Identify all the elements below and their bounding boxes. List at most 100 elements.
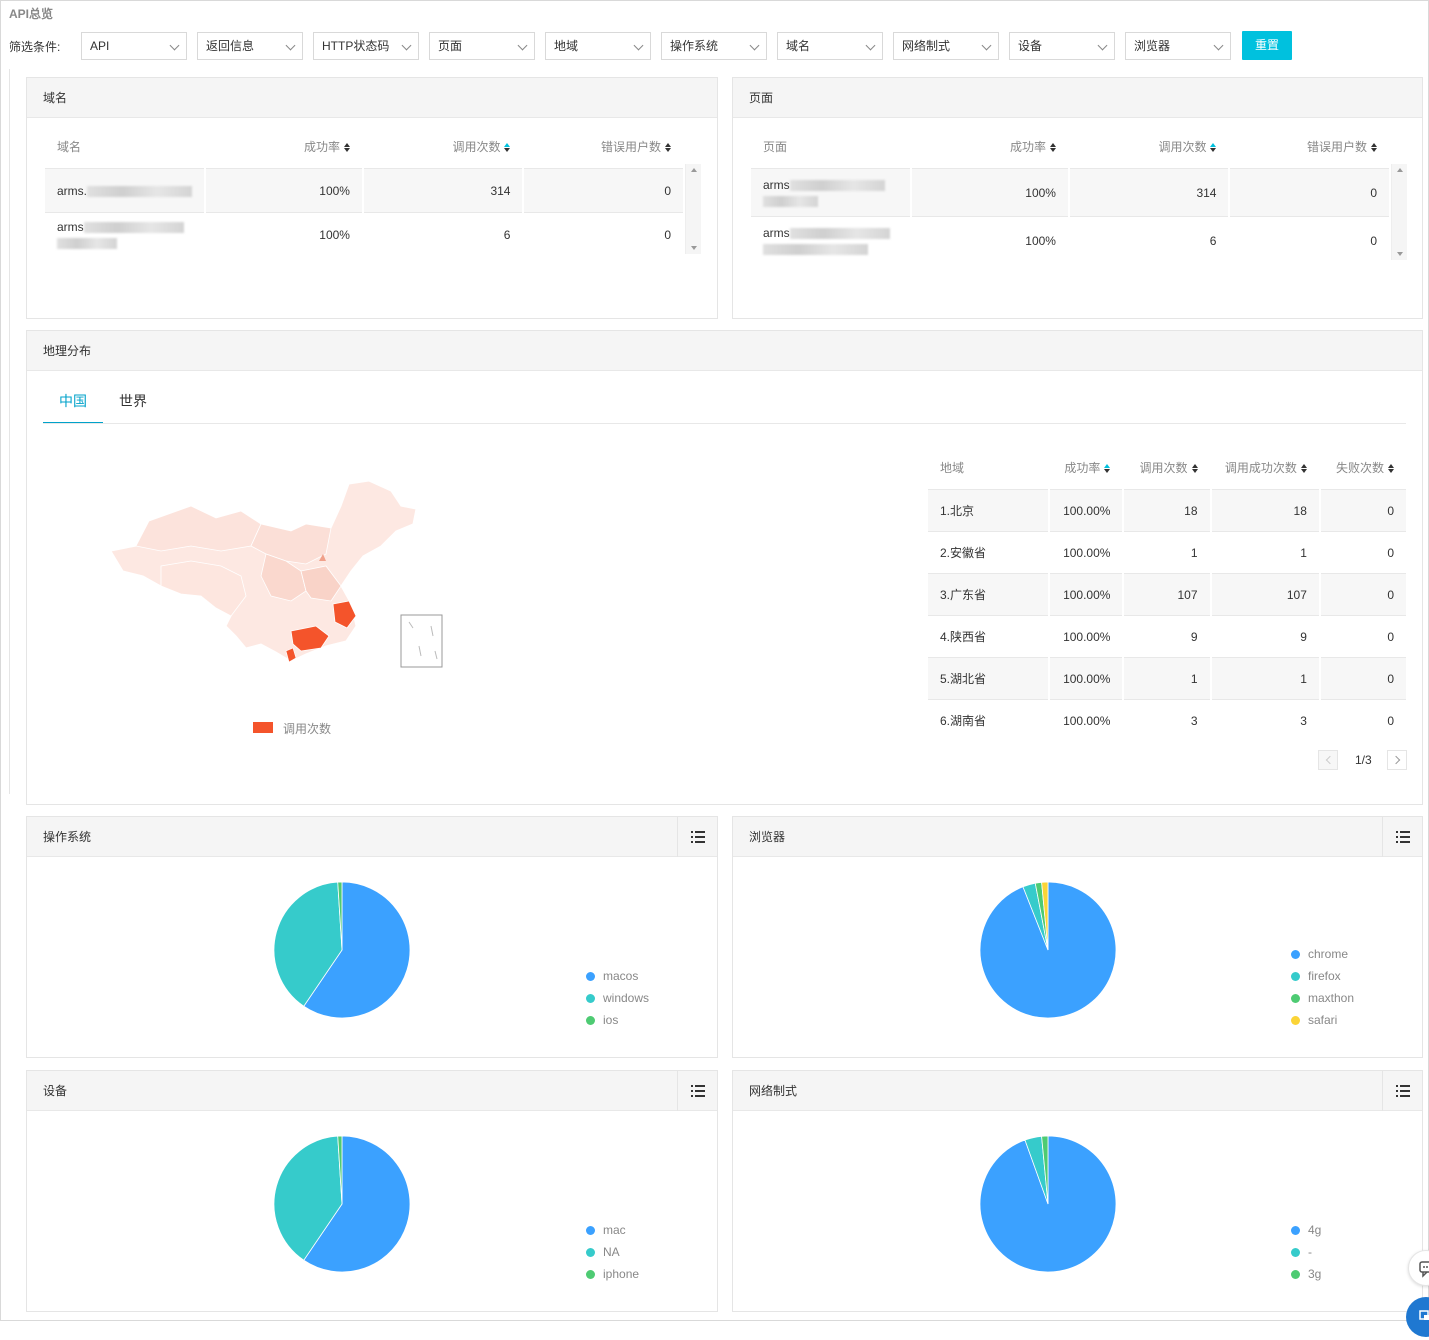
column-header[interactable]: 调用次数	[1124, 445, 1209, 489]
table-row[interactable]: arms 100% 6 0	[45, 212, 683, 256]
map-legend-label: 调用次数	[283, 722, 332, 736]
call-count: 18	[1124, 489, 1210, 531]
column-header[interactable]: 调用次数	[364, 124, 523, 168]
table-row[interactable]: 6.湖南省 100.00% 3 3 0	[928, 699, 1406, 741]
sort-icon	[1300, 463, 1307, 473]
api-select[interactable]: API	[81, 32, 187, 60]
legend-dot-icon	[1291, 950, 1300, 959]
select-value: 返回信息	[206, 39, 255, 53]
sort-icon	[1371, 142, 1377, 152]
pagination-label: 1/3	[1355, 753, 1372, 767]
success-rate: 100.00%	[1049, 615, 1123, 657]
failures: 0	[1320, 699, 1406, 741]
column-header[interactable]: 失败次数	[1321, 445, 1406, 489]
response-info-select[interactable]: 返回信息	[197, 32, 303, 60]
column-header[interactable]: 成功率	[912, 124, 1068, 168]
table-row[interactable]: arms. 100% 314 0	[45, 168, 683, 212]
table-scrollbar[interactable]	[1391, 164, 1407, 260]
map-legend-swatch[interactable]	[253, 722, 273, 733]
redacted-text	[83, 221, 184, 233]
region-select[interactable]: 地域	[545, 32, 651, 60]
column-header[interactable]: 地域	[928, 445, 1048, 489]
sort-icon	[1049, 142, 1056, 152]
table-row[interactable]: 5.湖北省 100.00% 1 1 0	[928, 657, 1406, 699]
chevron-down-icon	[865, 40, 876, 51]
chevron-down-icon	[1097, 40, 1108, 51]
table-row[interactable]: arms 100% 6 0	[751, 216, 1389, 264]
column-header[interactable]: 调用次数	[1070, 124, 1229, 168]
legend-dot-icon	[586, 972, 595, 981]
success-rate: 100%	[911, 216, 1068, 264]
api-overview-frame: API总览 筛选条件: API 返回信息 HTTP状态码 页面 地域 操作系统 …	[0, 0, 1429, 1337]
chevron-down-icon	[285, 40, 296, 51]
next-page-button[interactable]	[1387, 750, 1407, 770]
column-header[interactable]: 成功率	[206, 124, 362, 168]
china-map[interactable]	[101, 476, 451, 676]
error-users: 0	[1230, 216, 1389, 264]
table-scrollbar[interactable]	[685, 164, 701, 254]
domain-select[interactable]: 域名	[777, 32, 883, 60]
column-header[interactable]: 错误用户数	[1230, 124, 1389, 168]
legend-dot-icon	[1291, 972, 1300, 981]
scroll-up-icon	[1397, 168, 1403, 172]
table-row[interactable]: 1.北京 100.00% 18 18 0	[928, 489, 1406, 531]
reset-button[interactable]: 重置	[1242, 31, 1292, 60]
list-icon[interactable]	[1382, 817, 1422, 857]
table-row[interactable]: 4.陕西省 100.00% 9 9 0	[928, 615, 1406, 657]
device-select[interactable]: 设备	[1009, 32, 1115, 60]
panel-title: 操作系统	[27, 817, 717, 857]
prev-page-button[interactable]	[1318, 750, 1338, 770]
http-status-select[interactable]: HTTP状态码	[313, 32, 419, 60]
south-sea-inset	[400, 614, 443, 668]
legend-dot-icon	[1291, 1270, 1300, 1279]
legend-label: iphone	[603, 1267, 640, 1281]
scroll-up-icon	[691, 168, 697, 172]
browser-select[interactable]: 浏览器	[1125, 32, 1231, 60]
success-rate: 100.00%	[1049, 657, 1123, 699]
filter-label: 筛选条件:	[9, 39, 61, 54]
list-icon[interactable]	[677, 1071, 717, 1111]
list-icon[interactable]	[677, 817, 717, 857]
column-header[interactable]: 成功率	[1050, 445, 1123, 489]
region-name: 6.湖南省	[928, 699, 1048, 741]
select-value: 地域	[554, 39, 579, 53]
feedback-button[interactable]	[1408, 1250, 1429, 1286]
region-northwest	[135, 505, 262, 552]
region-name: 1.北京	[928, 489, 1048, 531]
legend-dot-icon	[586, 1248, 595, 1257]
error-users: 0	[524, 212, 683, 256]
domain-name: arms.	[57, 183, 87, 198]
table-row[interactable]: 3.广东省 100.00% 107 107 0	[928, 573, 1406, 615]
sort-icon	[1388, 463, 1394, 473]
success-rate: 100%	[205, 212, 362, 256]
column-header[interactable]: 调用成功次数	[1212, 445, 1319, 489]
column-header[interactable]: 错误用户数	[524, 124, 683, 168]
tab-world[interactable]: 世界	[119, 386, 147, 424]
page-table: 页面 成功率 调用次数 错误用户数 arms 100% 314 0 arms 1…	[749, 124, 1391, 264]
panel-title: 域名	[27, 78, 717, 118]
table-row[interactable]: 2.安徽省 100.00% 1 1 0	[928, 531, 1406, 573]
legend-dot-icon	[1291, 1248, 1300, 1257]
table-row[interactable]: arms 100% 314 0	[751, 168, 1389, 216]
legend-dot-icon	[586, 1016, 595, 1025]
success-rate: 100%	[205, 168, 362, 212]
filter-bar: 筛选条件:	[9, 32, 81, 60]
legend-label: safari	[1308, 1013, 1338, 1027]
browser-pie-chart	[979, 881, 1117, 1019]
legend-label: chrome	[1308, 947, 1349, 961]
region-name: 4.陕西省	[928, 615, 1048, 657]
network-select[interactable]: 网络制式	[893, 32, 999, 60]
domain-name: arms	[57, 219, 84, 234]
help-button[interactable]	[1406, 1297, 1429, 1337]
sort-icon	[1104, 463, 1111, 473]
os-select[interactable]: 操作系统	[661, 32, 767, 60]
column-header[interactable]: 域名	[45, 124, 204, 168]
page-select[interactable]: 页面	[429, 32, 535, 60]
success-rate: 100.00%	[1049, 699, 1123, 741]
select-value: 设备	[1018, 39, 1043, 53]
panel-title: 浏览器	[733, 817, 1422, 857]
column-header[interactable]: 页面	[751, 124, 910, 168]
tab-china[interactable]: 中国	[43, 386, 103, 424]
list-icon[interactable]	[1382, 1071, 1422, 1111]
legend-label: firefox	[1308, 969, 1341, 983]
